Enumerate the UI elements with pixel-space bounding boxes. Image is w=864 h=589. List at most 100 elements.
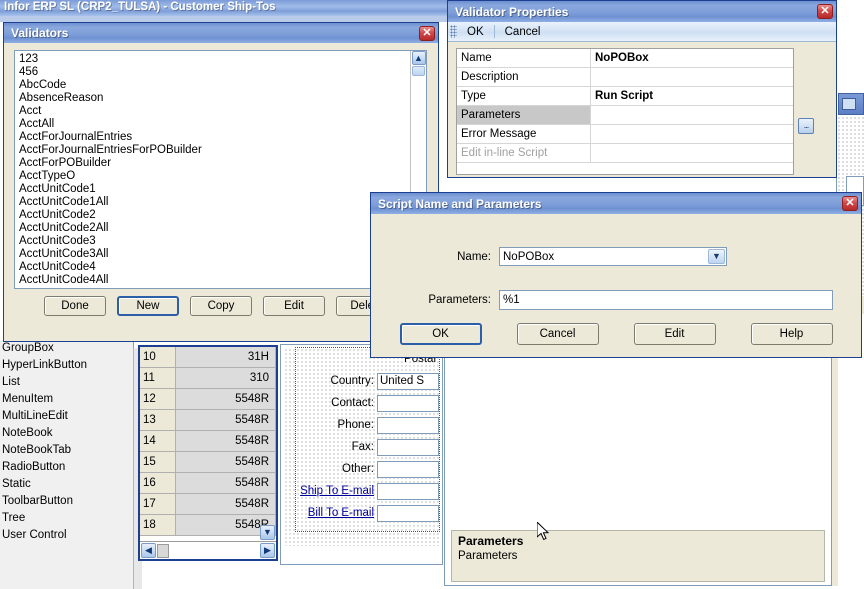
toolbar-grip-icon[interactable] [450, 25, 457, 38]
cancel-button[interactable]: Cancel [516, 323, 599, 345]
grid-horizontal-scrollbar[interactable]: ◀ ▶ [140, 541, 276, 559]
ship-to-email-field[interactable] [377, 482, 439, 500]
chevron-left-icon[interactable]: ◀ [141, 543, 156, 558]
chevron-down-icon[interactable]: ▼ [708, 249, 725, 264]
list-item[interactable]: AcctUnitCode2All [19, 222, 411, 235]
new-button[interactable]: New [117, 296, 179, 316]
property-row[interactable]: Error Message [457, 125, 793, 144]
palette-item[interactable]: NoteBookTab [0, 442, 133, 459]
right-toolbar[interactable] [838, 93, 864, 115]
table-row[interactable]: 14 5548R [140, 431, 276, 452]
list-item[interactable]: AbcCode [19, 79, 411, 92]
form-field-row[interactable]: Country: United S [296, 370, 439, 392]
validator-properties-title-bar[interactable]: Validator Properties ✕ [448, 1, 836, 22]
property-value[interactable]: Run Script [591, 87, 793, 105]
list-item[interactable]: 123 [19, 53, 411, 66]
table-row[interactable]: 17 5548R [140, 494, 276, 515]
property-row[interactable]: Description [457, 68, 793, 87]
bill-to-email-field[interactable] [377, 504, 439, 522]
parameters-ellipsis-button[interactable]: ... [798, 118, 814, 134]
property-row[interactable]: Parameters [457, 106, 793, 125]
country-field[interactable]: United S [377, 372, 439, 390]
chevron-down-icon[interactable]: ▼ [260, 525, 275, 540]
table-row[interactable]: 15 5548R [140, 452, 276, 473]
data-grid[interactable]: 10 31H 11 310 12 5548R 13 5548R 14 5548R… [138, 345, 278, 561]
palette-item[interactable]: Tree [0, 510, 133, 527]
validators-list-items[interactable]: 123 456 AbcCode AbsenceReason Acct AcctA… [15, 51, 411, 288]
list-item[interactable]: AcctAll [19, 118, 411, 131]
edit-button[interactable]: Edit [633, 323, 716, 345]
table-row[interactable]: 13 5548R [140, 410, 276, 431]
list-item[interactable]: AcctUnitCode1 [19, 183, 411, 196]
close-icon[interactable]: ✕ [842, 196, 858, 211]
palette-item[interactable]: List [0, 374, 133, 391]
list-item[interactable]: AcctTypeO [19, 170, 411, 183]
form-field-row[interactable]: Bill To E-mail [296, 502, 439, 524]
chevron-up-icon[interactable]: ▲ [411, 51, 426, 65]
list-item[interactable]: AcctUnitCode2 [19, 209, 411, 222]
property-value[interactable] [591, 125, 793, 143]
close-icon[interactable]: ✕ [817, 4, 833, 19]
fax-field[interactable] [377, 438, 439, 456]
list-item[interactable]: AcctUnitCode3All [19, 248, 411, 261]
cancel-button[interactable]: Cancel [495, 23, 551, 41]
palette-item[interactable]: HyperLinkButton [0, 357, 133, 374]
form-field-row[interactable]: Fax: [296, 436, 439, 458]
list-item[interactable]: AbsenceReason [19, 92, 411, 105]
palette-item[interactable]: NoteBook [0, 425, 133, 442]
phone-field[interactable] [377, 416, 439, 434]
form-field-row[interactable]: Contact: [296, 392, 439, 414]
scrollbar-thumb[interactable] [412, 66, 425, 76]
form-field-row[interactable]: Other: [296, 458, 439, 480]
help-button[interactable]: Help [750, 323, 833, 345]
list-item[interactable]: AcctUnitCode1All [19, 196, 411, 209]
ok-button[interactable]: OK [457, 23, 494, 41]
list-item[interactable]: AcctUnitCode3 [19, 235, 411, 248]
script-parameters-dialog[interactable]: Script Name and Parameters ✕ Name: NoPOB… [370, 192, 862, 358]
property-value[interactable]: NoPOBox [591, 49, 793, 67]
contact-field[interactable] [377, 394, 439, 412]
control-palette-list[interactable]: GroupBox HyperLinkButton List MenuItem M… [0, 340, 134, 589]
palette-item[interactable]: User Control [0, 527, 133, 544]
copy-button[interactable]: Copy [190, 296, 252, 316]
done-button[interactable]: Done [44, 296, 106, 316]
palette-item[interactable]: ToolbarButton [0, 493, 133, 510]
table-row[interactable]: 16 5548R [140, 473, 276, 494]
property-row[interactable]: Type Run Script [457, 87, 793, 106]
toolbar-button-icon[interactable] [842, 98, 856, 110]
list-item[interactable]: AcctForJournalEntriesForPOBuilder [19, 144, 411, 157]
edit-button[interactable]: Edit [263, 296, 325, 316]
ship-to-email-link[interactable]: Ship To E-mail [296, 485, 377, 497]
list-item[interactable]: AcctUnitCode4 [19, 261, 411, 274]
property-value[interactable] [591, 106, 793, 124]
chevron-right-icon[interactable]: ▶ [260, 543, 275, 558]
form-field-row[interactable]: Phone: [296, 414, 439, 436]
list-item[interactable]: AcctForPOBuilder [19, 157, 411, 170]
list-item[interactable]: AcctUnitCode4All [19, 274, 411, 287]
property-value[interactable] [591, 68, 793, 86]
table-row[interactable]: 18 5548R [140, 515, 276, 536]
table-row[interactable]: 11 310 [140, 368, 276, 389]
validator-properties-window[interactable]: Validator Properties ✕ OK Cancel Name No… [447, 0, 837, 178]
palette-item[interactable]: MenuItem [0, 391, 133, 408]
list-item[interactable]: 456 [19, 66, 411, 79]
scrollbar-thumb[interactable] [157, 543, 169, 558]
ok-button[interactable]: OK [399, 323, 482, 345]
palette-item[interactable]: Static [0, 476, 133, 493]
form-designer-panel[interactable]: Postal Country: United S Contact: Phone:… [280, 344, 443, 565]
list-item[interactable]: AcctForJournalEntries [19, 131, 411, 144]
list-item[interactable]: Acct [19, 105, 411, 118]
property-grid[interactable]: Name NoPOBox Description Type Run Script… [456, 48, 794, 175]
script-parameters-input[interactable]: %1 [499, 290, 833, 310]
palette-item[interactable]: MultiLineEdit [0, 408, 133, 425]
form-field-row[interactable]: Ship To E-mail [296, 480, 439, 502]
close-icon[interactable]: ✕ [419, 25, 435, 41]
property-row[interactable]: Edit in-line Script [457, 144, 793, 163]
script-name-combo[interactable]: NoPOBox ▼ [499, 247, 727, 266]
property-row[interactable]: Name NoPOBox [457, 49, 793, 68]
validators-list[interactable]: 123 456 AbcCode AbsenceReason Acct AcctA… [14, 50, 427, 289]
script-dialog-title-bar[interactable]: Script Name and Parameters ✕ [371, 193, 861, 214]
palette-item[interactable]: GroupBox [0, 340, 133, 357]
property-value[interactable] [591, 144, 793, 162]
validators-title-bar[interactable]: Validators ✕ [4, 23, 438, 43]
